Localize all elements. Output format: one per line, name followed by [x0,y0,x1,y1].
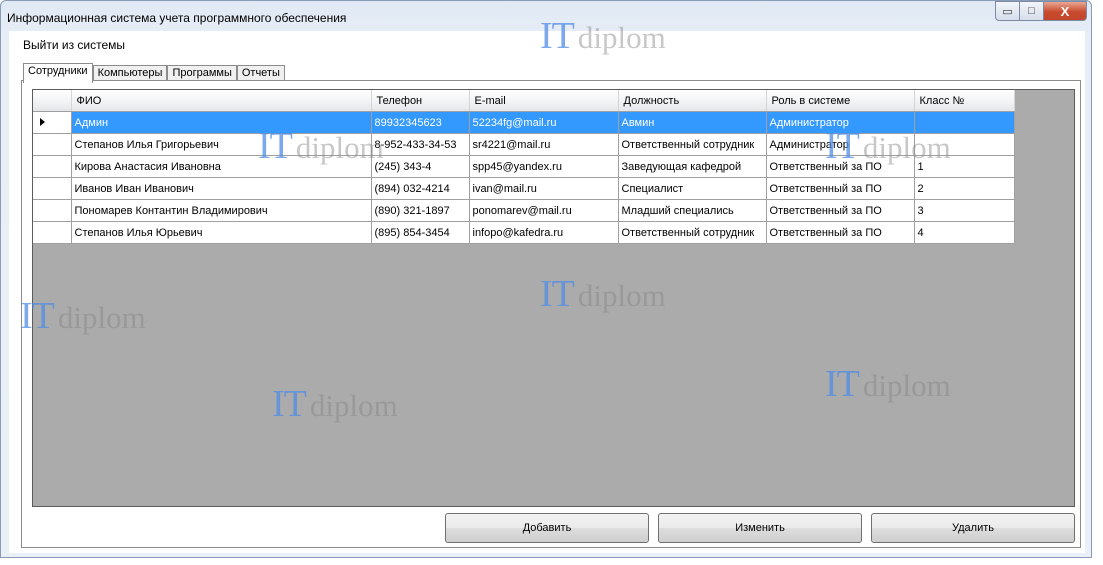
cell-fio[interactable]: Пономарев Контантин Владимирович [71,199,372,222]
column-header-role[interactable]: Роль в системе [766,90,915,112]
cell-position[interactable]: Ответственный сотрудник [618,133,767,156]
employees-panel: ФИО Телефон E-mail Должность Роль в сист… [21,80,1081,548]
cell-phone[interactable]: (890) 321-1897 [371,199,470,222]
cell-fio[interactable]: Иванов Иван Иванович [71,177,372,200]
cell-position[interactable]: Специалист [618,177,767,200]
minimize-icon[interactable]: ▭ [995,1,1019,21]
column-header-phone[interactable]: Телефон [371,90,470,112]
cell-fio[interactable]: Кирова Анастасия Ивановна [71,155,372,178]
table-row[interactable]: Пономарев Контантин Владимирович (890) 3… [33,199,1015,222]
cell-role[interactable]: Администратор [766,111,915,134]
add-button[interactable]: Добавить [445,513,649,543]
column-header-fio[interactable]: ФИО [71,90,372,112]
row-header[interactable] [33,133,72,156]
cell-email[interactable]: spp45@yandex.ru [469,155,619,178]
cell-email[interactable]: ponomarev@mail.ru [469,199,619,222]
cell-email[interactable]: 52234fg@mail.ru [469,111,619,134]
cell-role[interactable]: Ответственный за ПО [766,199,915,222]
cell-position[interactable]: Ответственный сотрудник [618,221,767,244]
cell-role[interactable]: Администратор [766,133,915,156]
table-row[interactable]: Степанов Илья Григорьевич 8-952-433-34-5… [33,133,1015,156]
maximize-icon[interactable]: □ [1019,1,1043,21]
cell-role[interactable]: Ответственный за ПО [766,155,915,178]
menu-item-logout[interactable]: Выйти из системы [23,38,125,52]
cell-class[interactable]: 4 [914,221,1015,244]
cell-fio[interactable]: Админ [71,111,372,134]
current-row-arrow-icon [40,117,45,126]
tab-strip: Сотрудники Компьютеры Программы Отчеты [23,63,285,83]
cell-fio[interactable]: Степанов Илья Григорьевич [71,133,372,156]
cell-phone[interactable]: 89932345623 [371,111,470,134]
cell-position[interactable]: Младший специались [618,199,767,222]
edit-button[interactable]: Изменить [658,513,862,543]
row-header[interactable] [33,111,72,134]
cell-fio[interactable]: Степанов Илья Юрьевич [71,221,372,244]
row-header[interactable] [33,155,72,178]
cell-class[interactable]: 1 [914,155,1015,178]
table-row[interactable]: Админ 89932345623 52234fg@mail.ru Авмин … [33,111,1015,134]
cell-class[interactable] [914,133,1015,156]
cell-position[interactable]: Авмин [618,111,767,134]
cell-class[interactable]: 3 [914,199,1015,222]
title-bar[interactable]: Информационная система учета программног… [1,1,1091,31]
cell-email[interactable]: sr4221@mail.ru [469,133,619,156]
window-title: Информационная система учета программног… [7,11,347,25]
client-area: Выйти из системы Сотрудники Компьютеры П… [9,31,1085,553]
table-header-row: ФИО Телефон E-mail Должность Роль в сист… [33,90,1015,112]
cell-class[interactable] [914,111,1015,134]
cell-phone[interactable]: (895) 854-3454 [371,221,470,244]
app-window: Информационная система учета программног… [0,0,1092,558]
cell-phone[interactable]: 8-952-433-34-53 [371,133,470,156]
cell-phone[interactable]: (894) 032-4214 [371,177,470,200]
employees-table: ФИО Телефон E-mail Должность Роль в сист… [33,90,1015,244]
cell-role[interactable]: Ответственный за ПО [766,221,915,244]
table-row[interactable]: Кирова Анастасия Ивановна (245) 343-4 sp… [33,155,1015,178]
column-header-email[interactable]: E-mail [469,90,619,112]
cell-position[interactable]: Заведующая кафедрой [618,155,767,178]
cell-phone[interactable]: (245) 343-4 [371,155,470,178]
cell-class[interactable]: 2 [914,177,1015,200]
employees-grid[interactable]: ФИО Телефон E-mail Должность Роль в сист… [32,89,1075,507]
cell-email[interactable]: ivan@mail.ru [469,177,619,200]
window-controls: ▭ □ X [995,1,1087,21]
row-header[interactable] [33,199,72,222]
tab-employees[interactable]: Сотрудники [23,63,93,83]
delete-button[interactable]: Удалить [871,513,1075,543]
column-header-position[interactable]: Должность [618,90,767,112]
table-row[interactable]: Степанов Илья Юрьевич (895) 854-3454 inf… [33,221,1015,244]
row-header[interactable] [33,221,72,244]
close-icon[interactable]: X [1043,1,1087,21]
row-header-corner [33,90,72,112]
column-header-class[interactable]: Класс № [914,90,1015,112]
row-header[interactable] [33,177,72,200]
table-row[interactable]: Иванов Иван Иванович (894) 032-4214 ivan… [33,177,1015,200]
cell-email[interactable]: infopo@kafedra.ru [469,221,619,244]
cell-role[interactable]: Ответственный за ПО [766,177,915,200]
